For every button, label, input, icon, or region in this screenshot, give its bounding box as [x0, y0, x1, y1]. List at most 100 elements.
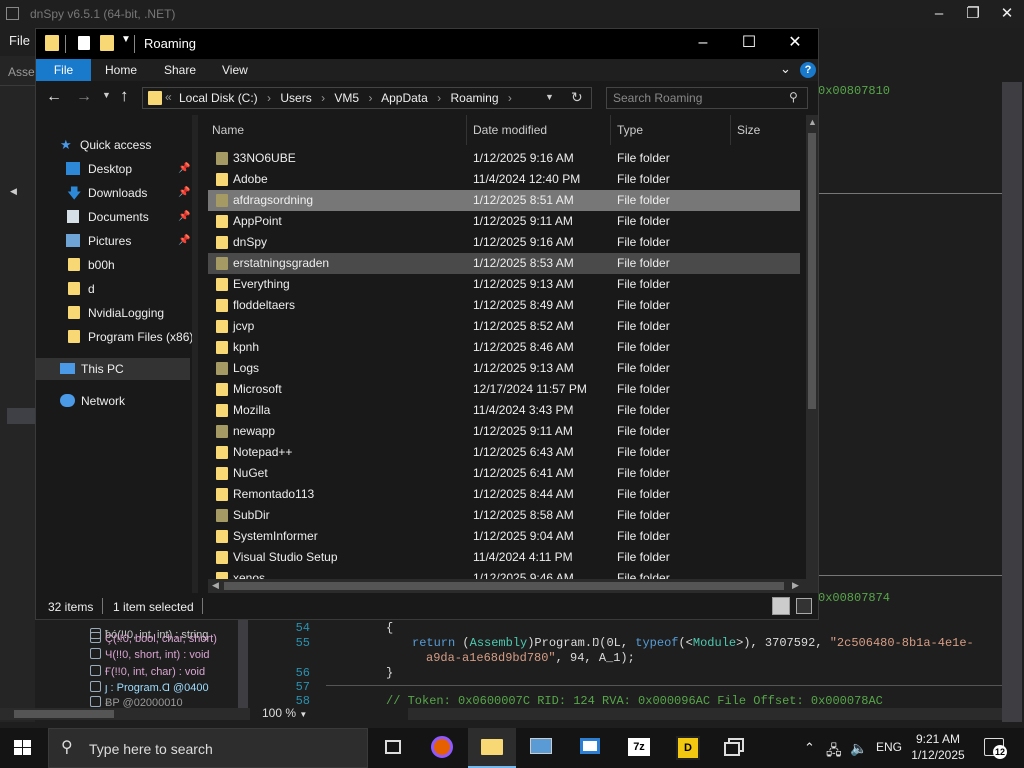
- nav-item-d[interactable]: d: [66, 278, 95, 300]
- file-row[interactable]: Microsoft 12/17/2024 11:57 PM File folder: [208, 379, 800, 400]
- chevron-down-icon[interactable]: ⌄: [780, 61, 791, 77]
- nav-quick-access[interactable]: ★ Quick access: [60, 134, 151, 156]
- nav-item-nvidialogging[interactable]: NvidiaLogging: [66, 302, 164, 324]
- customize-quick-access-icon[interactable]: ▼: [121, 34, 131, 45]
- column-separator[interactable]: [730, 115, 731, 145]
- large-icons-view-icon[interactable]: [796, 598, 812, 614]
- file-row[interactable]: Mozilla 11/4/2024 3:43 PM File folder: [208, 400, 800, 421]
- breadcrumb-item[interactable]: Users: [280, 91, 311, 105]
- remote-desktop-icon[interactable]: [566, 728, 614, 768]
- nav-network[interactable]: Network: [60, 390, 125, 412]
- scroll-up-icon[interactable]: ▲: [808, 117, 817, 127]
- tree-item[interactable]: ɃΡ @02000010: [90, 696, 183, 708]
- ribbon-tab-share[interactable]: Share: [164, 59, 196, 81]
- column-header-date-modified[interactable]: Date modified: [473, 115, 547, 145]
- scroll-left-icon[interactable]: ◀: [212, 580, 219, 591]
- nav-this-pc[interactable]: This PC: [36, 358, 190, 380]
- dnspy-menu-file[interactable]: File: [9, 33, 30, 48]
- column-header-type[interactable]: Type: [617, 115, 643, 145]
- explorer-minimize-button[interactable]: –: [680, 29, 726, 59]
- breadcrumb-separator-icon[interactable]: ›: [368, 91, 372, 105]
- explorer-maximize-button[interactable]: ☐: [726, 29, 772, 59]
- windows-start-icon[interactable]: [14, 740, 32, 756]
- scrollbar-thumb[interactable]: [808, 133, 816, 409]
- file-row-selected[interactable]: afdragsordning 1/12/2025 8:51 AM File fold…: [208, 190, 800, 211]
- volume-muted-icon[interactable]: 🔈: [850, 740, 867, 757]
- new-folder-icon[interactable]: [100, 35, 114, 51]
- file-row[interactable]: SubDir 1/12/2025 8:58 AM File folder: [208, 505, 800, 526]
- breadcrumb-item[interactable]: VM5: [334, 91, 359, 105]
- firefox-icon[interactable]: [418, 728, 466, 768]
- address-dropdown-icon[interactable]: ▼: [545, 92, 554, 102]
- dnspy-icon[interactable]: D: [664, 728, 712, 768]
- nav-item-desktop[interactable]: Desktop 📌: [66, 158, 192, 180]
- ribbon-tab-home[interactable]: Home: [105, 59, 137, 81]
- breadcrumb-item[interactable]: Local Disk (C:): [179, 91, 258, 105]
- file-row[interactable]: newapp 1/12/2025 9:11 AM File folder: [208, 421, 800, 442]
- nav-item-program-files-x86[interactable]: Program Files (x86): [66, 326, 193, 348]
- file-row-hovered[interactable]: erstatningsgraden 1/12/2025 8:53 AM File f…: [208, 253, 800, 274]
- file-explorer-icon[interactable]: [468, 728, 516, 768]
- file-list-horizontal-scrollbar[interactable]: ◀ ▶: [208, 579, 806, 593]
- dnspy-restore-button[interactable]: ❐: [956, 0, 990, 28]
- taskbar-search-box[interactable]: ⚲ Type here to search: [48, 728, 368, 768]
- address-bar[interactable]: « Local Disk (C:) › Users › VM5 › AppDat…: [142, 87, 592, 109]
- pin-icon[interactable]: 📌: [178, 206, 190, 228]
- file-row[interactable]: Everything 1/12/2025 9:13 AM File folder: [208, 274, 800, 295]
- window-stack-icon[interactable]: [712, 728, 760, 768]
- breadcrumb-item[interactable]: Roaming: [451, 91, 499, 105]
- ribbon-tab-file[interactable]: File: [36, 59, 91, 81]
- nav-item-pictures[interactable]: Pictures 📌: [66, 230, 192, 252]
- file-row[interactable]: 33NO6UBE 1/12/2025 9:16 AM File folder: [208, 148, 800, 169]
- tree-scrollbar[interactable]: [238, 620, 248, 710]
- clock[interactable]: 9:21 AM 1/12/2025: [906, 731, 970, 765]
- breadcrumb-separator-icon[interactable]: ›: [437, 91, 441, 105]
- scrollbar-thumb[interactable]: [224, 582, 784, 590]
- nav-item-b00h[interactable]: b00h: [66, 254, 115, 276]
- dnspy-minimize-button[interactable]: –: [922, 0, 956, 28]
- ribbon-tab-view[interactable]: View: [222, 59, 248, 81]
- tree-hscroll-thumb[interactable]: [14, 710, 114, 718]
- file-row[interactable]: floddeltaers 1/12/2025 8:49 AM File folder: [208, 295, 800, 316]
- dnspy-vertical-scrollbar[interactable]: [1002, 82, 1022, 722]
- properties-icon[interactable]: [78, 36, 90, 50]
- file-row[interactable]: Adobe 11/4/2024 12:40 PM File folder: [208, 169, 800, 190]
- dnspy-code-editor[interactable]: 54 { 55 return (Assembly)Program.Ŋ(0L, t…: [262, 614, 1002, 706]
- tree-item[interactable]: Ч(!!0, short, int) : void: [90, 648, 210, 664]
- column-separator[interactable]: [466, 115, 467, 145]
- language-indicator[interactable]: ENG: [876, 740, 902, 754]
- help-icon[interactable]: ?: [800, 62, 816, 78]
- code-hscroll[interactable]: [408, 708, 1002, 720]
- tree-hscroll[interactable]: [0, 708, 250, 720]
- 7zip-icon[interactable]: 7z: [614, 728, 662, 768]
- column-header-size[interactable]: Size: [737, 115, 760, 145]
- tree-item[interactable]: Ғ(!!0, int, char) : void: [90, 665, 205, 681]
- scroll-right-icon[interactable]: ▶: [792, 580, 799, 591]
- pin-icon[interactable]: 📌: [178, 158, 190, 180]
- pin-icon[interactable]: 📌: [178, 230, 190, 252]
- assembly-selected-row[interactable]: [7, 408, 35, 424]
- file-row[interactable]: dnSpy 1/12/2025 9:16 AM File folder: [208, 232, 800, 253]
- file-row[interactable]: Visual Studio Setup 11/4/2024 4:11 PM File…: [208, 547, 800, 568]
- notification-center-icon[interactable]: 12: [984, 738, 1007, 759]
- back-arrow-icon[interactable]: ←: [46, 88, 62, 106]
- details-view-icon[interactable]: [772, 597, 790, 615]
- network-status-icon[interactable]: 🖧: [826, 740, 842, 764]
- breadcrumb-separator-icon[interactable]: ›: [321, 91, 325, 105]
- nav-item-documents[interactable]: Documents 📌: [66, 206, 192, 228]
- file-row[interactable]: jcvp 1/12/2025 8:52 AM File folder: [208, 316, 800, 337]
- explorer-close-button[interactable]: ✕: [772, 29, 818, 59]
- tree-item[interactable]: Ç(!!0, bool, char, short): [90, 632, 217, 648]
- file-row[interactable]: Logs 1/12/2025 9:13 AM File folder: [208, 358, 800, 379]
- network-tool-icon[interactable]: [517, 728, 565, 768]
- breadcrumb-separator-icon[interactable]: ›: [267, 91, 271, 105]
- tree-item[interactable]: ȷ : Program.Ɑ @0400: [90, 681, 209, 697]
- dnspy-close-button[interactable]: ✕: [990, 0, 1024, 28]
- refresh-icon[interactable]: ↻: [571, 89, 583, 106]
- tree-expand-icon[interactable]: ◀: [10, 186, 17, 197]
- breadcrumb-chevron-icon[interactable]: «: [165, 90, 172, 104]
- search-input[interactable]: Search Roaming ⚲: [606, 87, 808, 109]
- show-hidden-icons-icon[interactable]: ⌃: [804, 740, 815, 756]
- assembly-explorer-tab[interactable]: Asse: [8, 65, 35, 79]
- file-row[interactable]: Remontado113 1/12/2025 8:44 AM File folder: [208, 484, 800, 505]
